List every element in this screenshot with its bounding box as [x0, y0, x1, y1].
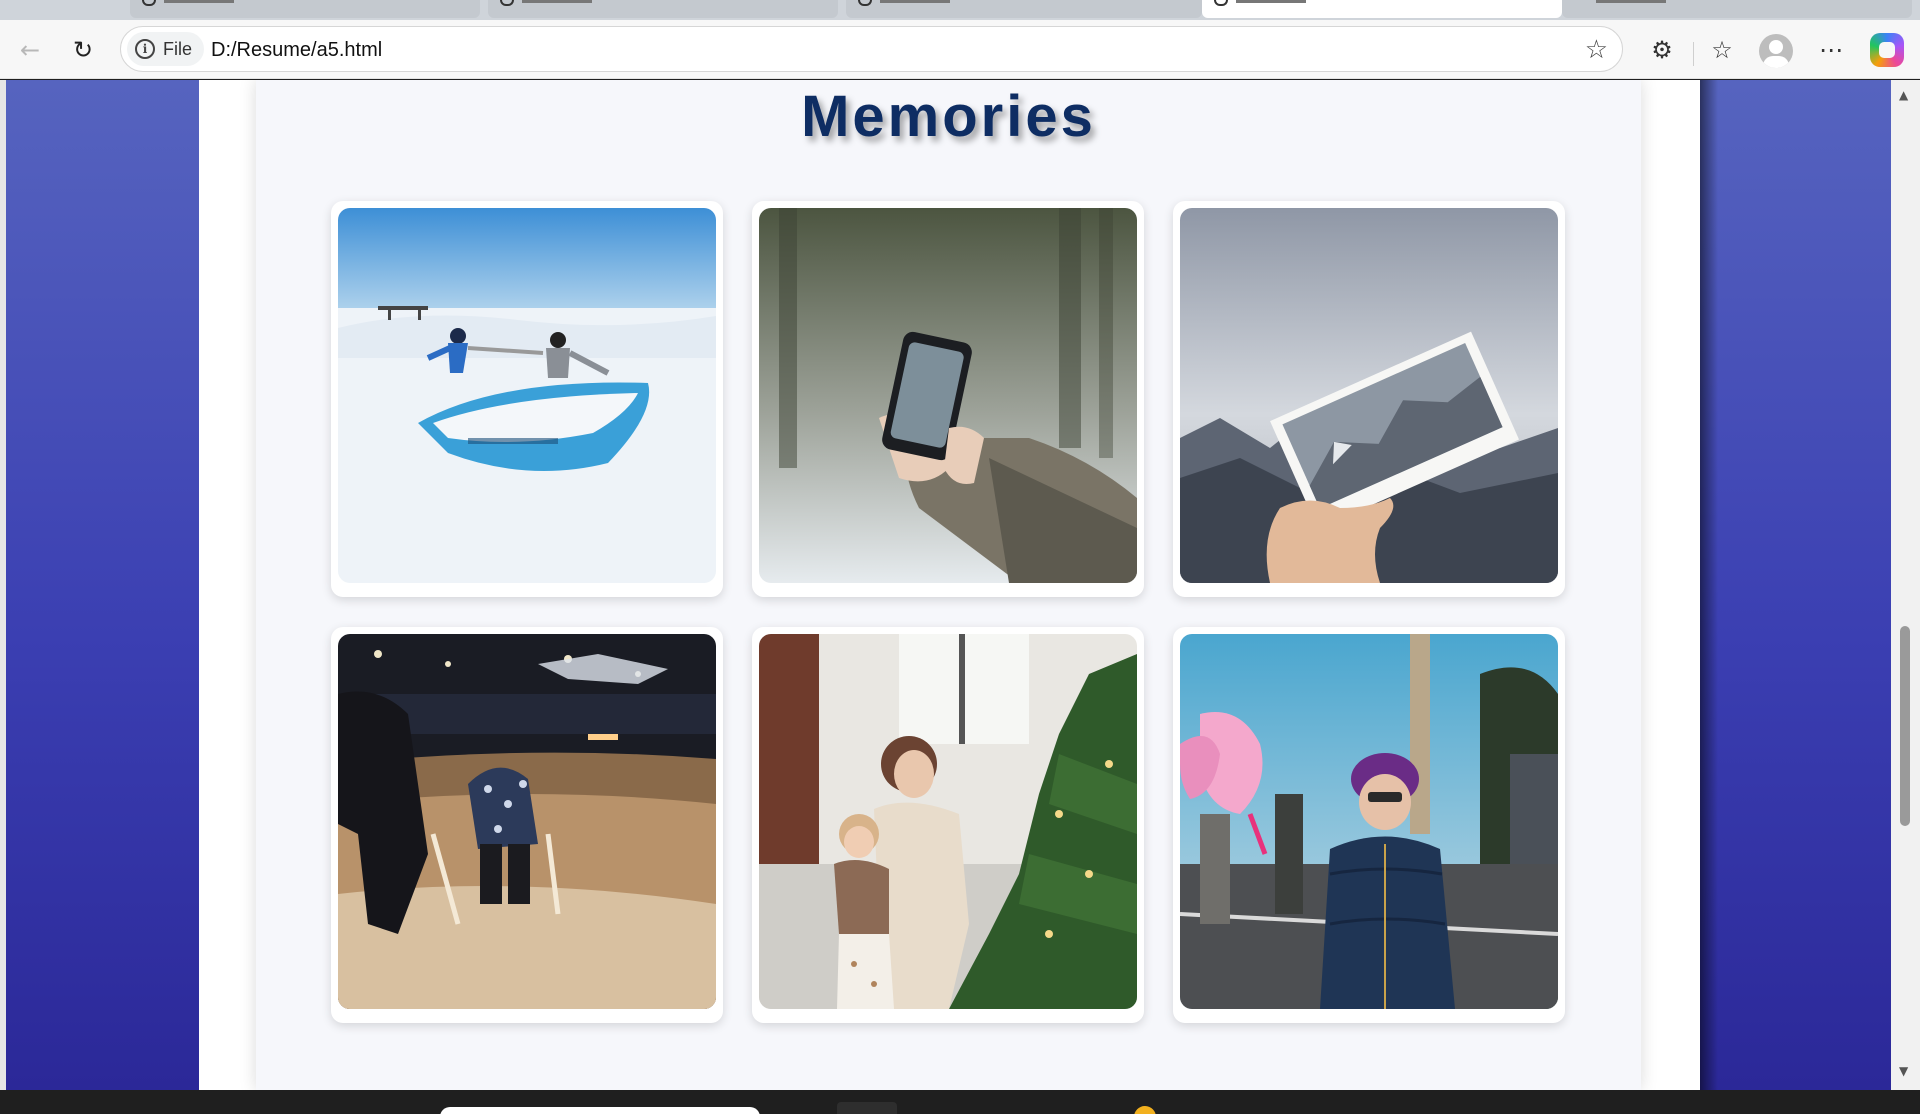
browser-tab-active[interactable] [1202, 0, 1562, 18]
info-icon: i [135, 39, 155, 59]
site-chip-label: File [163, 38, 193, 59]
back-icon: ← [19, 36, 41, 64]
tab-title [880, 0, 950, 3]
reload-icon: ↻ [72, 36, 94, 64]
site-info-chip[interactable]: i File [127, 32, 205, 66]
reload-button[interactable]: ↻ [65, 32, 101, 68]
scroll-up-icon[interactable]: ▲ [1899, 88, 1908, 102]
page-title: Memories [801, 84, 1096, 149]
more-button[interactable]: ⋯ [1813, 32, 1849, 68]
back-button[interactable]: ← [12, 32, 48, 68]
browser-tab[interactable] [1562, 0, 1912, 18]
url-text[interactable]: D:/Resume/a5.html [211, 39, 382, 62]
background-panel-left [6, 80, 199, 1090]
globe-icon [142, 0, 156, 6]
tab-title [1236, 0, 1306, 3]
polaroid-mountain-image [1180, 208, 1558, 583]
page-scrollbar[interactable]: ▲ ▼ [1891, 80, 1920, 1090]
gallery-item[interactable] [331, 201, 723, 597]
browser-toolbar: ← ↻ i File D:/Resume/a5.html ☆ ⚙ ☆ ⋯ [0, 20, 1920, 79]
profile-icon[interactable] [1759, 34, 1793, 68]
taskbar-search[interactable] [440, 1107, 760, 1114]
globe-icon [858, 0, 872, 6]
site-icon [500, 0, 514, 6]
more-icon: ⋯ [1819, 36, 1843, 64]
star-icon[interactable]: ☆ [1585, 35, 1608, 65]
extensions-button[interactable]: ⚙ [1644, 32, 1680, 68]
gallery-item[interactable] [331, 627, 723, 1023]
gallery-item[interactable] [752, 627, 1144, 1023]
address-bar[interactable]: i File D:/Resume/a5.html ☆ [120, 26, 1623, 72]
gallery-item[interactable] [1173, 627, 1565, 1023]
taskbar-app[interactable] [837, 1102, 897, 1114]
browser-tab[interactable] [130, 0, 480, 18]
copilot-icon[interactable] [1870, 33, 1904, 67]
snow-boat-image [338, 208, 716, 583]
polaroid-mountain-photo [1180, 208, 1558, 583]
christmas-tree-photo [759, 634, 1137, 1009]
page-viewport: Memories ▲ ▼ [0, 80, 1920, 1090]
taskbar-app-icon[interactable] [1134, 1106, 1156, 1114]
scrollbar-thumb[interactable] [1900, 626, 1910, 826]
os-taskbar [0, 1090, 1920, 1114]
gallery-item[interactable] [752, 201, 1144, 597]
scroll-down-icon[interactable]: ▼ [1899, 1064, 1908, 1078]
tab-title [522, 0, 592, 3]
night-skating-image [338, 634, 716, 1009]
tab-strip [0, 0, 1920, 20]
cotton-candy-photo [1180, 634, 1558, 1009]
toolbar-separator [1693, 42, 1694, 66]
snow-boat-photo [338, 208, 716, 583]
phone-snow-image [759, 208, 1137, 583]
cotton-candy-image [1180, 634, 1558, 1009]
christmas-tree-image [759, 634, 1137, 1009]
gallery-item[interactable] [1173, 201, 1565, 597]
memories-section: Memories [256, 80, 1641, 1090]
browser-tab[interactable] [846, 0, 1202, 18]
favorites-button[interactable]: ☆ [1704, 32, 1740, 68]
phone-snow-photo [759, 208, 1137, 583]
tab-title [1596, 0, 1666, 3]
background-panel-right [1700, 80, 1891, 1090]
favorites-icon: ☆ [1711, 36, 1733, 64]
extensions-icon: ⚙ [1651, 36, 1673, 64]
browser-tab[interactable] [488, 0, 838, 18]
night-skating-photo [338, 634, 716, 1009]
globe-icon [1214, 0, 1228, 6]
tab-title [164, 0, 234, 3]
